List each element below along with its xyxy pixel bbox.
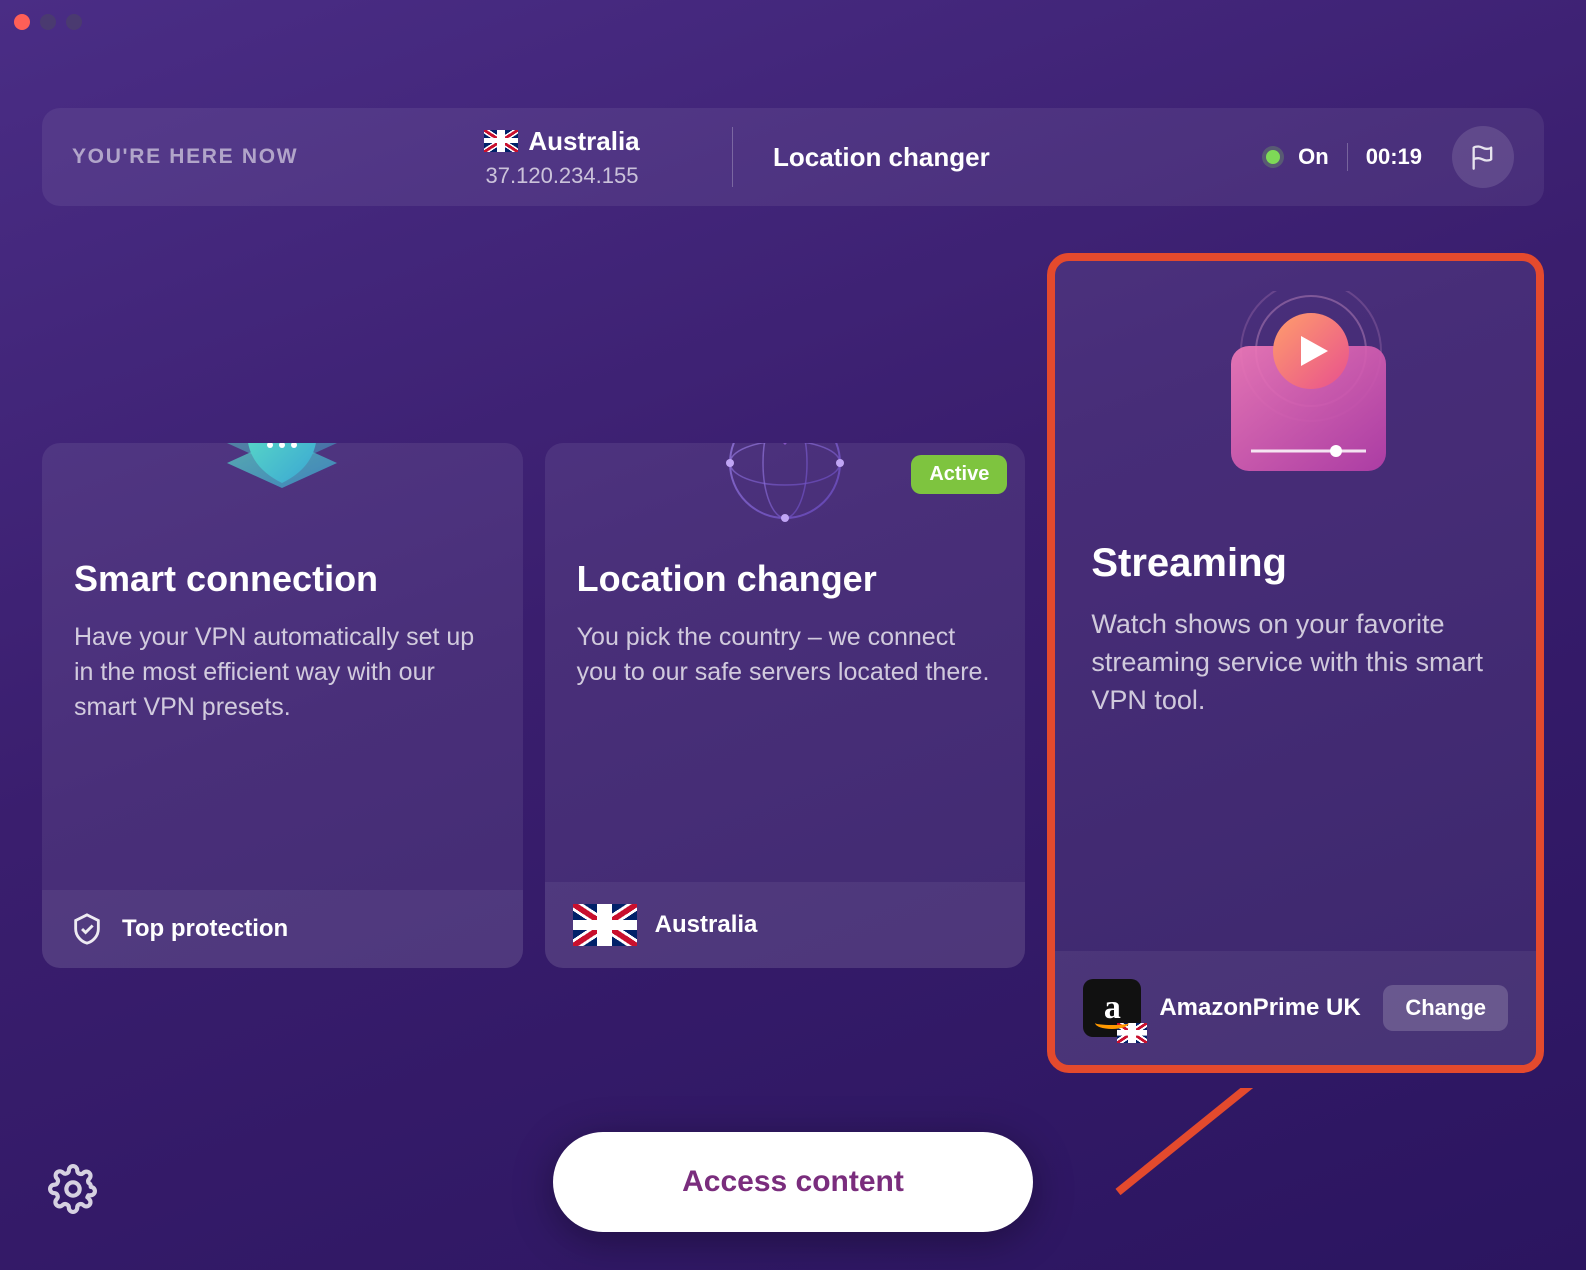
divider [732, 127, 733, 187]
access-content-button[interactable]: Access content [553, 1132, 1033, 1232]
status-indicator-dot [1266, 150, 1280, 164]
streaming-icon [1176, 291, 1416, 501]
amazon-prime-logo-icon: a [1083, 979, 1141, 1037]
active-badge: Active [911, 455, 1007, 494]
card-title: Smart connection [74, 558, 491, 600]
gear-icon [48, 1164, 98, 1214]
vpn-status-block: On 00:19 [1266, 143, 1422, 171]
card-title: Streaming [1091, 541, 1500, 586]
card-footer: Top protection [42, 890, 523, 968]
streaming-card[interactable]: Streaming Watch shows on your favorite s… [1047, 253, 1544, 1073]
access-content-label: Access content [682, 1165, 904, 1199]
location-changer-label: Location changer [773, 142, 1266, 173]
card-description: Have your VPN automatically set up in th… [74, 620, 491, 725]
australia-flag-icon [573, 904, 637, 946]
here-now-label: YOU'RE HERE NOW [72, 145, 432, 169]
zoom-window-button[interactable] [66, 14, 82, 30]
card-description: You pick the country – we connect you to… [577, 620, 994, 690]
mode-cards: Smart connection Have your VPN automatic… [42, 443, 1544, 1073]
flag-icon [1469, 143, 1497, 171]
change-service-button[interactable]: Change [1383, 985, 1508, 1031]
annotation-arrow [1070, 1088, 1390, 1208]
footer-label: Top protection [122, 915, 288, 943]
close-window-button[interactable] [14, 14, 30, 30]
current-location-block: Australia 37.120.234.155 [432, 126, 692, 189]
footer-country: Australia [655, 911, 758, 939]
uk-flag-icon [1117, 1023, 1147, 1043]
top-status-bar: YOU'RE HERE NOW Australia 37.120.234.155… [42, 108, 1544, 206]
current-country: Australia [528, 126, 639, 157]
shield-check-icon [70, 912, 104, 946]
current-ip: 37.120.234.155 [432, 163, 692, 189]
minimize-window-button[interactable] [40, 14, 56, 30]
card-description: Watch shows on your favorite streaming s… [1091, 606, 1500, 719]
smart-connection-card[interactable]: Smart connection Have your VPN automatic… [42, 443, 523, 968]
australia-flag-icon [484, 130, 518, 152]
divider [1347, 143, 1348, 171]
window-traffic-lights [14, 14, 82, 30]
vpn-status-text: On [1298, 144, 1329, 170]
card-footer: Australia [545, 882, 1026, 968]
card-footer: a AmazonPrime UK Change [1055, 951, 1536, 1065]
smart-connection-icon [197, 443, 367, 533]
location-changer-card[interactable]: Active Location changer You pick the cou… [545, 443, 1026, 968]
connection-timer: 00:19 [1366, 144, 1422, 170]
settings-button[interactable] [48, 1164, 98, 1214]
report-flag-button[interactable] [1452, 126, 1514, 188]
streaming-service-name: AmazonPrime UK [1159, 994, 1360, 1022]
location-changer-icon [700, 443, 870, 533]
card-title: Location changer [577, 558, 994, 600]
